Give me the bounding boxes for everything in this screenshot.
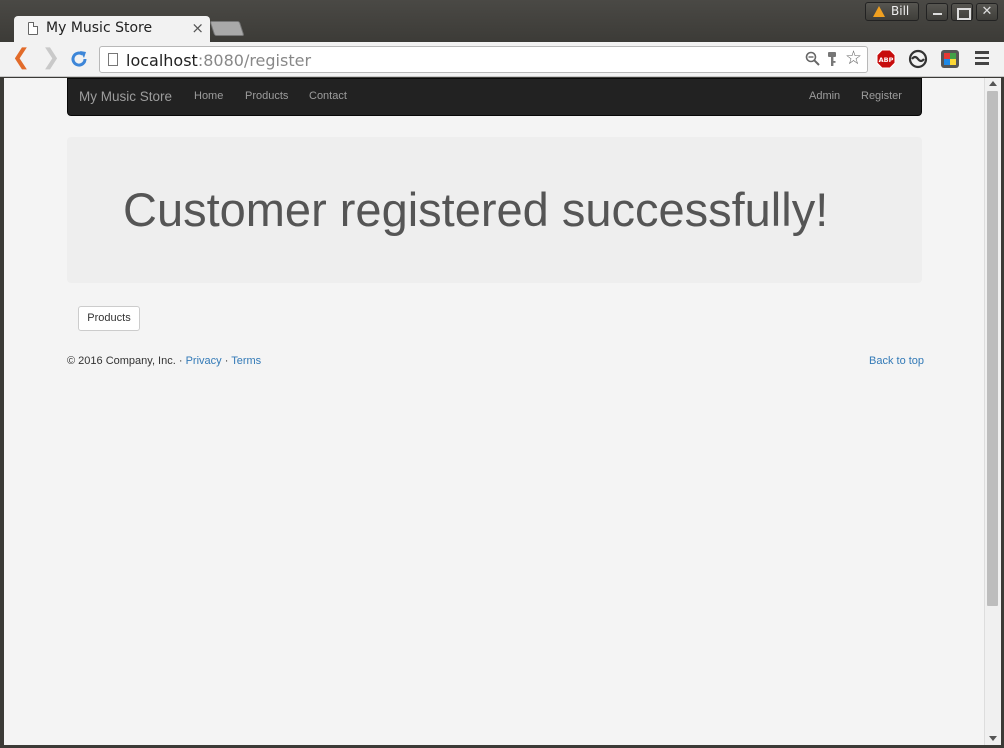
browser-toolbar: ❮ ❯ localhost:8080/register ☆ ABP <box>0 42 1004 77</box>
sync-extension-icon[interactable] <box>908 49 928 69</box>
reload-icon <box>71 51 87 67</box>
zoom-icon[interactable] <box>805 51 820 66</box>
navbar-brand[interactable]: My Music Store <box>79 89 172 104</box>
adblock-icon[interactable]: ABP <box>876 49 896 69</box>
page-viewport: My Music Store Home Products Contact Adm… <box>4 78 984 745</box>
extension-icon[interactable] <box>940 49 960 69</box>
nav-link-admin[interactable]: Admin <box>809 90 840 102</box>
adblock-label: ABP <box>879 56 894 64</box>
copyright-text: © 2016 Company, Inc. · <box>67 355 186 367</box>
footer-separator: · <box>221 355 232 367</box>
nav-link-products[interactable]: Products <box>245 90 288 102</box>
page-icon <box>28 22 38 35</box>
url-text[interactable]: localhost:8080/register <box>126 51 311 70</box>
tab-close-icon[interactable]: × <box>191 19 204 37</box>
browser-tab[interactable]: My Music Store × <box>14 16 210 42</box>
key-icon[interactable] <box>827 51 837 67</box>
success-message: Customer registered successfully! <box>123 183 829 236</box>
warning-icon <box>873 6 885 17</box>
address-bar[interactable]: localhost:8080/register ☆ <box>99 46 868 73</box>
nav-link-home[interactable]: Home <box>194 90 223 102</box>
forward-button[interactable]: ❯ <box>40 47 62 71</box>
window-close-button[interactable]: ✕ <box>976 3 998 21</box>
page-icon <box>108 53 118 66</box>
minimize-button[interactable] <box>926 3 948 21</box>
window-titlebar: My Music Store × Bill ✕ <box>0 0 1004 42</box>
scroll-up-arrow-icon[interactable] <box>989 81 997 86</box>
profile-name: Bill <box>891 4 910 18</box>
site-navbar: My Music Store Home Products Contact Adm… <box>67 78 922 116</box>
url-path: :8080/register <box>197 51 312 70</box>
maximize-button[interactable] <box>951 3 973 21</box>
vertical-scrollbar[interactable] <box>984 78 1001 745</box>
url-host: localhost <box>126 51 198 70</box>
scroll-down-arrow-icon[interactable] <box>989 736 997 741</box>
menu-icon[interactable] <box>975 51 989 65</box>
products-button[interactable]: Products <box>78 306 140 331</box>
reload-button[interactable] <box>68 47 90 71</box>
privacy-link[interactable]: Privacy <box>186 355 222 367</box>
footer-copyright: © 2016 Company, Inc. · Privacy · Terms <box>67 355 261 367</box>
profile-button[interactable]: Bill <box>865 2 919 21</box>
back-to-top-link[interactable]: Back to top <box>869 355 924 367</box>
bookmark-star-icon[interactable]: ☆ <box>845 48 862 68</box>
back-button[interactable]: ❮ <box>10 47 32 71</box>
scroll-thumb[interactable] <box>987 91 998 606</box>
window-frame-left <box>0 78 4 748</box>
nav-link-contact[interactable]: Contact <box>309 90 347 102</box>
nav-link-register[interactable]: Register <box>861 90 902 102</box>
new-tab-button[interactable] <box>209 21 245 36</box>
terms-link[interactable]: Terms <box>231 355 261 367</box>
tab-title: My Music Store <box>46 20 153 36</box>
success-jumbotron: Customer registered successfully! <box>67 137 922 283</box>
